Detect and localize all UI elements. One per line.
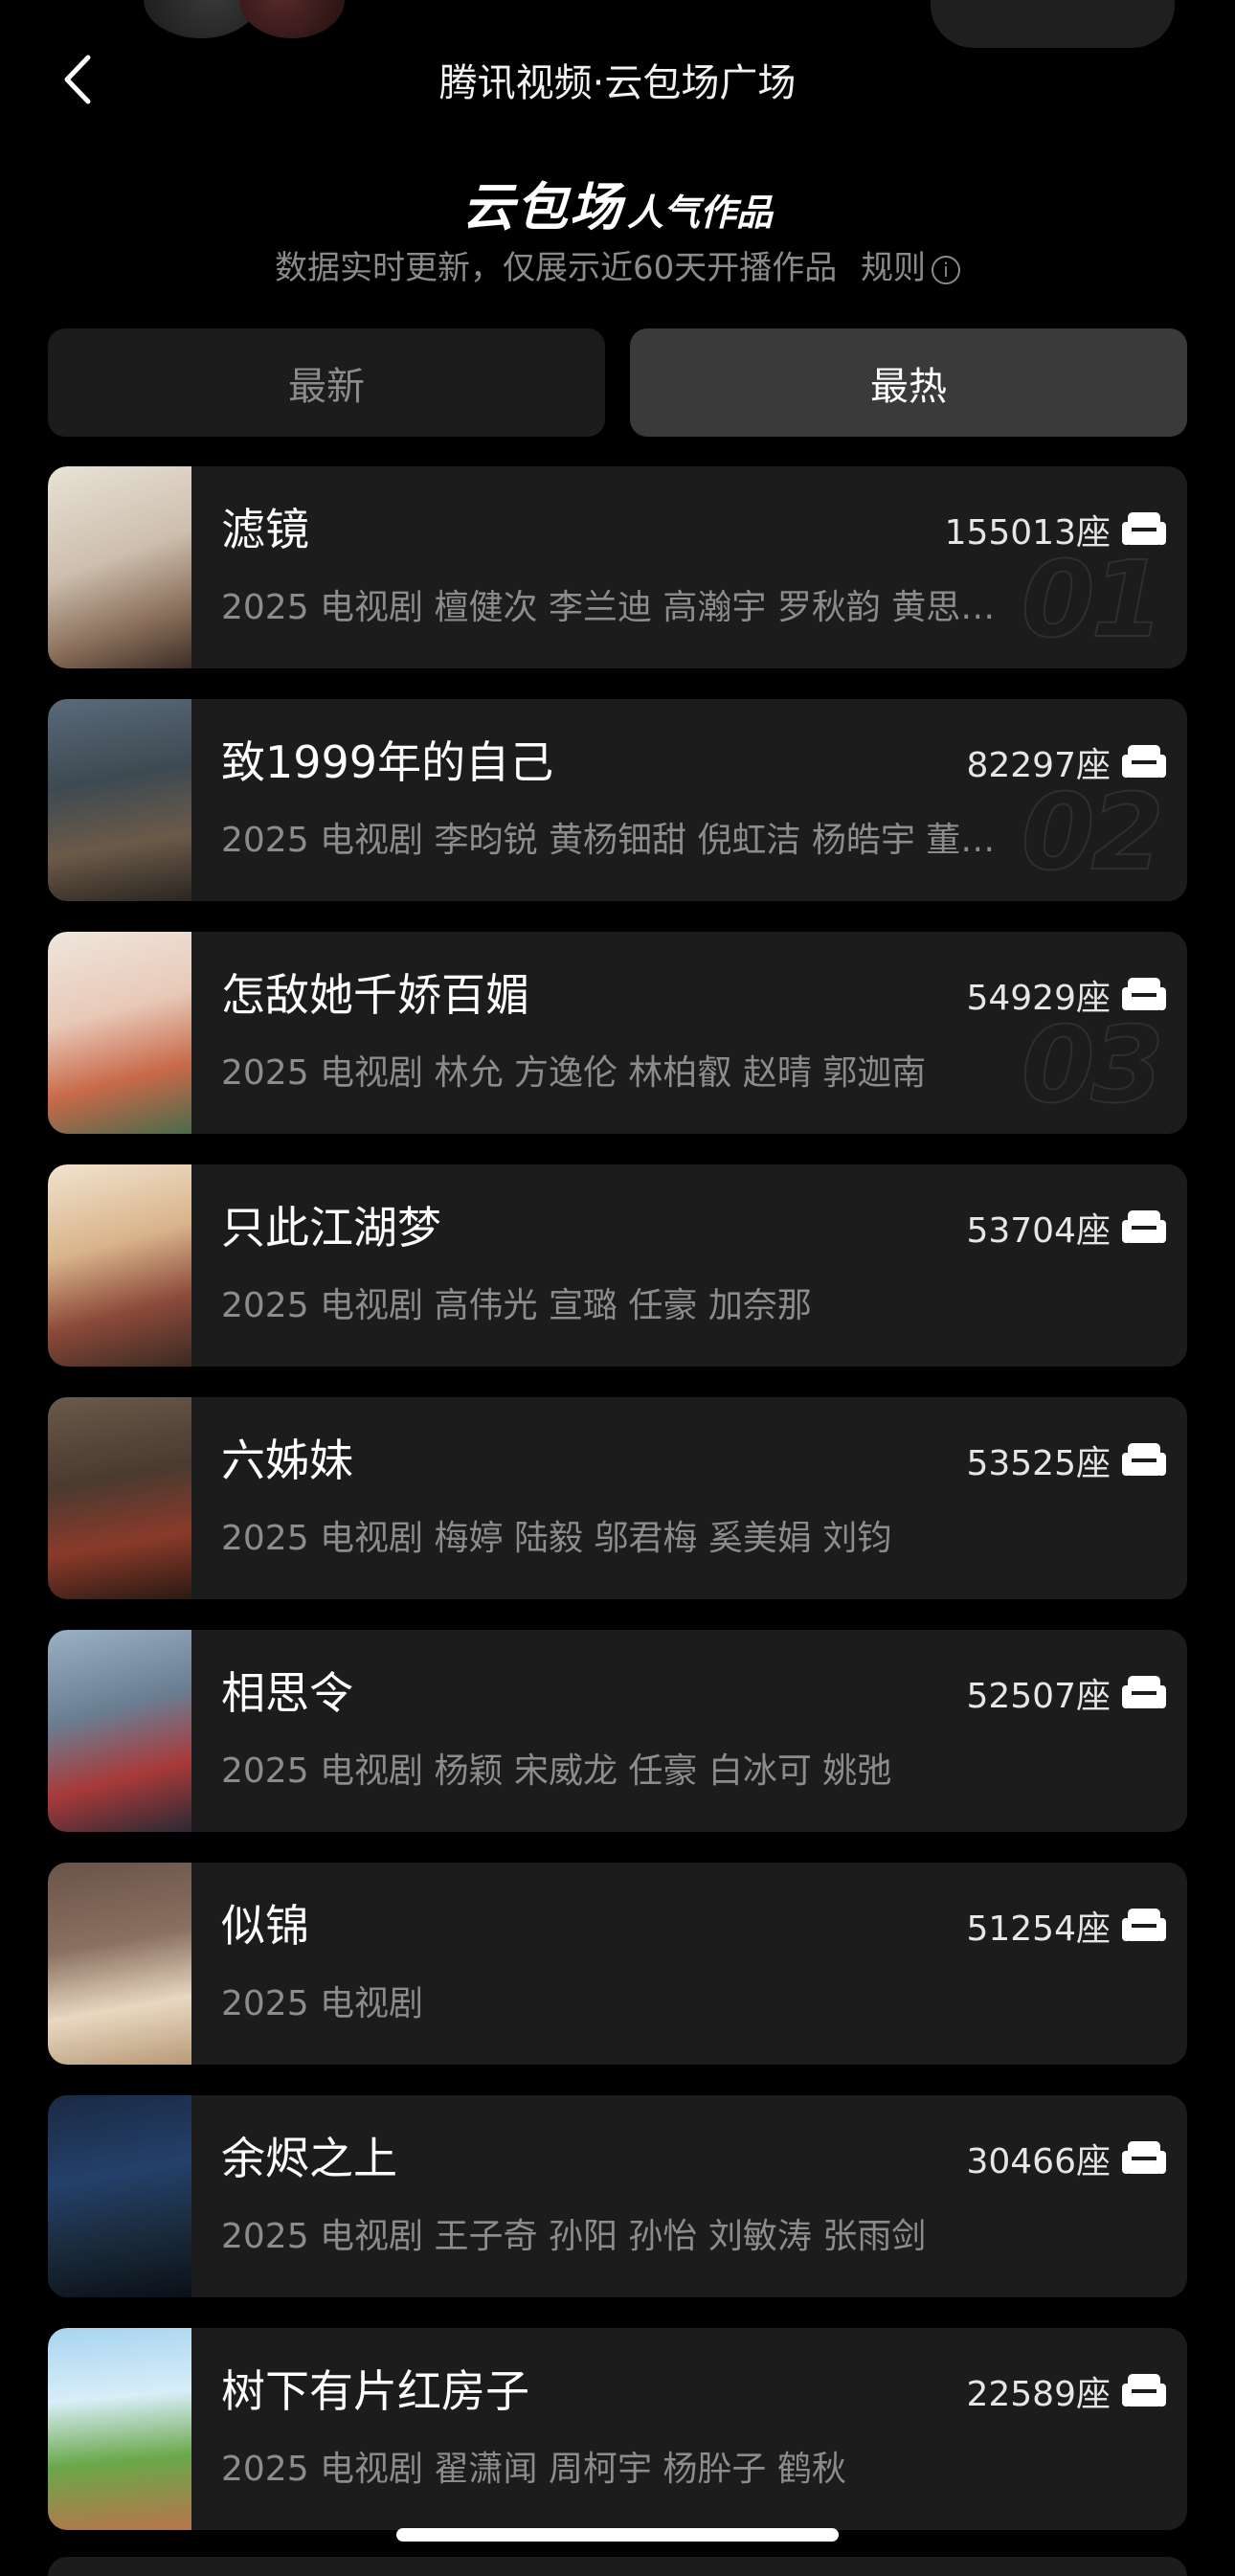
- poster-image: [48, 699, 191, 901]
- page-title: 腾讯视频·云包场广场: [438, 61, 797, 105]
- nav-header: 腾讯视频·云包场广场: [0, 38, 1235, 121]
- item-meta: 2025 电视剧 杨颖 宋威龙 任豪 白冰可 姚弛: [221, 1751, 892, 1791]
- sort-tabs: 最新 最热: [48, 328, 1187, 437]
- hero-title: 云包场 人气作品: [0, 165, 1235, 240]
- item-meta: 2025 电视剧: [221, 1984, 424, 2023]
- item-title: 只此江湖梦: [221, 1202, 441, 1254]
- seat-count: 51254座: [966, 1901, 1168, 1951]
- seat-count-value: 30466座: [966, 2142, 1111, 2181]
- next-list-item-peek: [48, 2557, 1187, 2576]
- tab-latest[interactable]: 最新: [48, 328, 605, 437]
- list-item[interactable]: 只此江湖梦 53704座 2025 电视剧 高伟光 宣璐 任豪 加奈那: [48, 1164, 1187, 1367]
- sofa-icon: [1122, 2374, 1166, 2407]
- home-indicator[interactable]: [396, 2528, 839, 2542]
- sofa-icon: [1122, 1210, 1166, 1243]
- tab-hottest[interactable]: 最热: [630, 328, 1187, 437]
- item-meta: 2025 电视剧 王子奇 孙阳 孙怡 刘敏涛 张雨剑: [221, 2217, 927, 2256]
- poster-image: [48, 2328, 191, 2530]
- seat-count: 53704座: [966, 1203, 1168, 1253]
- item-meta: 2025 电视剧 高伟光 宣璐 任豪 加奈那: [221, 1286, 812, 1325]
- rank-number: 03: [1021, 1004, 1165, 1126]
- rules-label: 规则: [861, 249, 927, 287]
- item-meta: 2025 电视剧 李昀锐 黄杨钿甜 倪虹洁 杨皓宇 董…: [221, 821, 996, 860]
- poster-image: [48, 1630, 191, 1832]
- list-item[interactable]: 怎敌她千娇百媚 54929座 2025 电视剧 林允 方逸伦 林柏叡 赵晴 郭迦…: [48, 932, 1187, 1134]
- seat-count: 53525座: [966, 1435, 1168, 1485]
- sofa-icon: [1122, 2141, 1166, 2174]
- list-item[interactable]: 六姊妹 53525座 2025 电视剧 梅婷 陆毅 邬君梅 奚美娟 刘钧: [48, 1397, 1187, 1599]
- item-title: 余烬之上: [221, 2133, 397, 2184]
- list-item[interactable]: 树下有片红房子 22589座 2025 电视剧 翟潇闻 周柯宇 杨肸子 鹤秋: [48, 2328, 1187, 2530]
- rank-number: 02: [1021, 771, 1165, 893]
- seat-count-value: 52507座: [966, 1677, 1111, 1716]
- item-title: 致1999年的自己: [221, 736, 554, 788]
- sofa-icon: [1122, 1909, 1166, 1941]
- item-title: 相思令: [221, 1667, 353, 1719]
- list-item[interactable]: 似锦 51254座 2025 电视剧: [48, 1863, 1187, 2065]
- seat-count-value: 22589座: [966, 2375, 1111, 2414]
- rank-number: 01: [1021, 538, 1165, 661]
- item-title: 似锦: [221, 1900, 309, 1952]
- seat-count: 30466座: [966, 2134, 1168, 2183]
- poster-image: [48, 932, 191, 1134]
- item-title: 树下有片红房子: [221, 2365, 529, 2417]
- poster-image: [48, 2095, 191, 2297]
- seat-count-value: 53704座: [966, 1211, 1111, 1251]
- poster-image: [48, 1863, 191, 2065]
- seat-count: 52507座: [966, 1668, 1168, 1718]
- item-meta: 2025 电视剧 梅婷 陆毅 邬君梅 奚美娟 刘钧: [221, 1519, 892, 1558]
- item-title: 怎敌她千娇百媚: [221, 969, 529, 1021]
- item-title: 六姊妹: [221, 1435, 353, 1486]
- item-title: 滤镜: [221, 504, 309, 555]
- list-item[interactable]: 相思令 52507座 2025 电视剧 杨颖 宋威龙 任豪 白冰可 姚弛: [48, 1630, 1187, 1832]
- rules-link[interactable]: 规则 i: [861, 249, 961, 287]
- list-item[interactable]: 滤镜 155013座 2025 电视剧 檀健次 李兰迪 高瀚宇 罗秋韵 黄思… …: [48, 466, 1187, 668]
- hero-subtitle-text: 数据实时更新，仅展示近60天开播作品: [274, 249, 838, 287]
- poster-image: [48, 1397, 191, 1599]
- item-meta: 2025 电视剧 檀健次 李兰迪 高瀚宇 罗秋韵 黄思…: [221, 588, 996, 627]
- item-meta: 2025 电视剧 翟潇闻 周柯宇 杨肸子 鹤秋: [221, 2450, 846, 2489]
- seat-count-value: 51254座: [966, 1909, 1111, 1949]
- sofa-icon: [1122, 1443, 1166, 1476]
- seat-count-value: 53525座: [966, 1444, 1111, 1483]
- hero-subtitle: 数据实时更新，仅展示近60天开播作品 规则 i: [0, 241, 1235, 288]
- poster-image: [48, 1164, 191, 1367]
- list-item[interactable]: 致1999年的自己 82297座 2025 电视剧 李昀锐 黄杨钿甜 倪虹洁 杨…: [48, 699, 1187, 901]
- item-meta: 2025 电视剧 林允 方逸伦 林柏叡 赵晴 郭迦南: [221, 1053, 927, 1093]
- info-icon: i: [932, 255, 961, 284]
- poster-image: [48, 466, 191, 668]
- list-item[interactable]: 余烬之上 30466座 2025 电视剧 王子奇 孙阳 孙怡 刘敏涛 张雨剑: [48, 2095, 1187, 2297]
- hero-title-sub: 人气作品: [626, 192, 773, 234]
- hero-title-main: 云包场: [461, 177, 623, 237]
- seat-count: 22589座: [966, 2366, 1168, 2416]
- avatar: [239, 0, 345, 38]
- sofa-icon: [1122, 1676, 1166, 1708]
